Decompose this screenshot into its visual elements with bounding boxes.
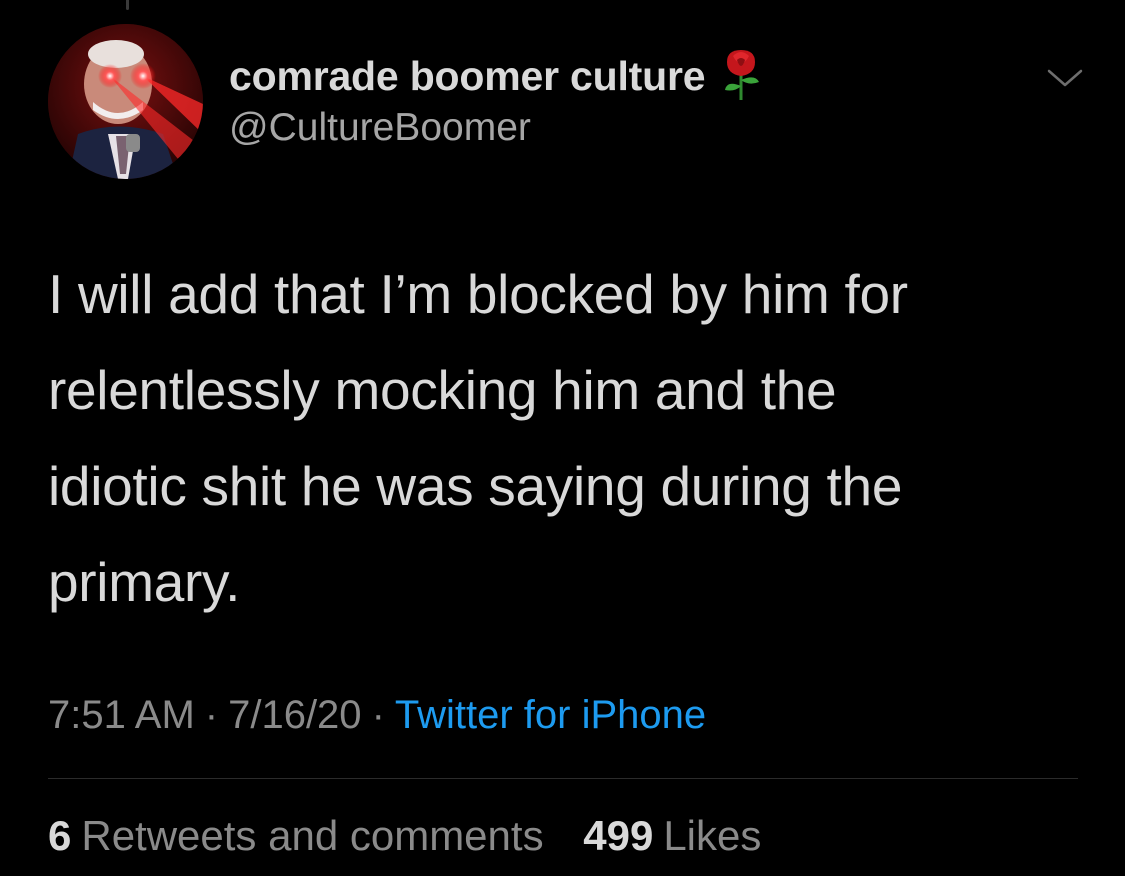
author-names: comrade boomer culture @CultureBoomer bbox=[229, 50, 765, 150]
avatar[interactable] bbox=[48, 24, 203, 179]
tweet-text-line: primary. bbox=[48, 551, 241, 613]
tweet-text-line: idiotic shit he was saying during the bbox=[48, 455, 903, 517]
divider bbox=[48, 778, 1078, 779]
meta-separator: · bbox=[371, 693, 385, 737]
tweet-date[interactable]: 7/16/20 bbox=[228, 693, 361, 737]
tweet-text: I will add that I’m blocked by him for r… bbox=[48, 246, 1088, 630]
retweets-label: Retweets and comments bbox=[81, 812, 544, 859]
tweet-source-link[interactable]: Twitter for iPhone bbox=[395, 693, 706, 737]
tweet-time: 7:51 AM bbox=[48, 693, 195, 737]
likes-label: Likes bbox=[663, 812, 762, 859]
display-name-row: comrade boomer culture bbox=[229, 50, 765, 100]
chevron-down-icon[interactable] bbox=[1046, 66, 1084, 90]
tweet-header: comrade boomer culture @CultureBoomer bbox=[48, 24, 1088, 184]
tweet-text-line: relentlessly mocking him and the bbox=[48, 359, 837, 421]
tweet-meta: 7:51 AM · 7/16/20 · Twitter for iPhone bbox=[48, 693, 706, 738]
likes-stat[interactable]: 499 Likes bbox=[583, 812, 761, 860]
retweets-count: 6 bbox=[48, 812, 72, 859]
likes-count: 499 bbox=[583, 812, 654, 859]
tweet-stats: 6 Retweets and comments 499 Likes bbox=[48, 812, 761, 860]
avatar-image bbox=[48, 24, 203, 179]
meta-separator: · bbox=[204, 693, 219, 737]
tweet-text-line: I will add that I’m blocked by him for bbox=[48, 263, 908, 325]
retweets-stat[interactable]: 6 Retweets and comments bbox=[48, 812, 544, 860]
author-handle[interactable]: @CultureBoomer bbox=[229, 106, 765, 150]
top-edge-marker bbox=[126, 0, 129, 10]
display-name[interactable]: comrade boomer culture bbox=[229, 53, 706, 100]
rose-icon bbox=[717, 46, 765, 102]
